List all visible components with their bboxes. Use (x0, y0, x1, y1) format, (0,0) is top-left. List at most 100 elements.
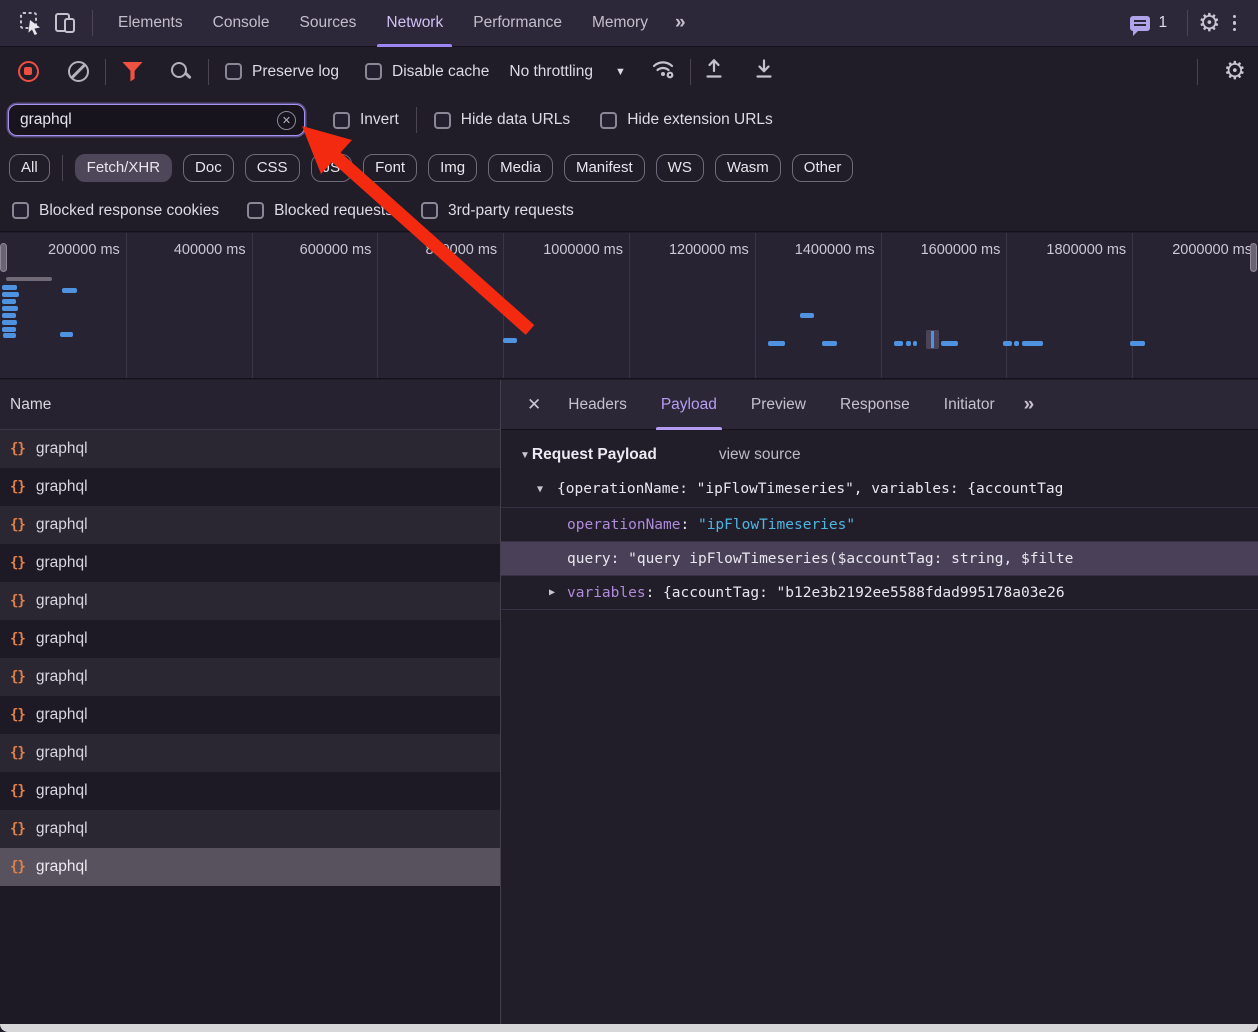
request-row[interactable]: {}graphql (0, 506, 500, 544)
chip-css[interactable]: CSS (245, 154, 300, 182)
chip-other[interactable]: Other (792, 154, 854, 182)
hide-extension-urls-checkbox[interactable] (600, 112, 617, 129)
json-braces-icon: {} (10, 441, 25, 457)
more-tabs-chevron-icon[interactable]: » (663, 12, 696, 34)
record-network-log-button[interactable] (18, 61, 39, 82)
chip-doc[interactable]: Doc (183, 154, 234, 182)
device-toolbar-icon[interactable] (48, 6, 82, 40)
timeline-tick-label: 800000 ms (407, 242, 497, 258)
blocked-response-cookies-checkbox[interactable] (12, 202, 29, 219)
search-icon[interactable] (170, 61, 192, 83)
request-name-label: graphql (36, 440, 88, 458)
details-tab-headers[interactable]: Headers (551, 380, 644, 430)
request-row[interactable]: {} graphql (0, 658, 500, 696)
payload-entry-query[interactable]: query: "query ipFlowTimeseries($accountT… (501, 542, 1258, 576)
invert-checkbox[interactable] (333, 112, 350, 129)
name-column-header[interactable]: Name (0, 380, 500, 430)
payload-root-preview: {operationName: "ipFlowTimeseries", vari… (557, 481, 1063, 497)
third-party-requests-checkbox[interactable] (421, 202, 438, 219)
network-overview-timeline[interactable]: 200000 ms400000 ms600000 ms800000 ms1000… (0, 233, 1258, 379)
tab-network[interactable]: Network (371, 0, 458, 47)
inspect-element-icon[interactable] (14, 6, 48, 40)
import-har-icon[interactable] (703, 57, 725, 86)
hide-data-urls-checkbox[interactable] (434, 112, 451, 129)
preserve-log-checkbox[interactable] (225, 63, 242, 80)
chip-font[interactable]: Font (363, 154, 417, 182)
clear-filter-icon[interactable]: ✕ (277, 111, 296, 130)
payload-root-object-row[interactable]: ▼ {operationName: "ipFlowTimeseries", va… (501, 472, 1258, 508)
tab-memory[interactable]: Memory (577, 0, 663, 47)
payload-value: "query ipFlowTimeseries($accountTag: str… (628, 551, 1073, 567)
timeline-gridline (1132, 233, 1133, 378)
timeline-gridline (252, 233, 253, 378)
blocked-requests-checkbox[interactable] (247, 202, 264, 219)
view-source-link[interactable]: view source (719, 446, 801, 464)
request-row[interactable]: {}graphql (0, 582, 500, 620)
preserve-log-label: Preserve log (252, 63, 339, 81)
payload-key: query (567, 551, 611, 567)
root-collapse-triangle-icon[interactable]: ▼ (537, 484, 543, 495)
payload-entry-operationName[interactable]: operationName: "ipFlowTimeseries" (501, 508, 1258, 542)
network-conditions-icon[interactable] (650, 57, 678, 86)
section-collapse-triangle-icon: ▼ (520, 450, 530, 461)
chip-fetch-xhr[interactable]: Fetch/XHR (75, 154, 172, 182)
timeline-gridline (1006, 233, 1007, 378)
request-row[interactable]: {}graphql (0, 544, 500, 582)
request-name-label: graphql (36, 706, 88, 724)
clear-network-log-button[interactable] (68, 61, 89, 82)
details-tab-preview[interactable]: Preview (734, 380, 823, 430)
overview-left-grip[interactable] (0, 243, 7, 272)
request-row[interactable]: {}graphql (0, 848, 500, 886)
tab-sources[interactable]: Sources (285, 0, 372, 47)
request-name-label: graphql (36, 668, 88, 686)
hide-data-urls-group: Hide data URLs (434, 111, 570, 129)
tab-console[interactable]: Console (198, 0, 285, 47)
settings-gear-icon[interactable]: ⚙ (1198, 11, 1220, 36)
request-row[interactable]: {}graphql (0, 772, 500, 810)
chip-media[interactable]: Media (488, 154, 553, 182)
timeline-gridline (881, 233, 882, 378)
chip-manifest[interactable]: Manifest (564, 154, 645, 182)
tab-performance[interactable]: Performance (458, 0, 577, 47)
json-braces-icon: {} (10, 555, 25, 571)
request-row[interactable]: {}graphql (0, 734, 500, 772)
network-filter-input[interactable]: graphql ✕ (8, 104, 305, 136)
waterfall-activity-bar (2, 285, 17, 290)
chip-ws[interactable]: WS (656, 154, 704, 182)
request-name-label: graphql (36, 782, 88, 800)
json-braces-icon: {} (10, 745, 25, 761)
throttling-caret-icon: ▼ (615, 66, 626, 78)
close-details-icon[interactable]: ✕ (517, 395, 551, 415)
overview-right-grip[interactable] (1250, 243, 1257, 272)
chip-all[interactable]: All (9, 154, 50, 182)
chip-wasm[interactable]: Wasm (715, 154, 781, 182)
json-braces-icon: {} (10, 669, 25, 685)
timeline-tick-label: 1200000 ms (659, 242, 749, 258)
disable-cache-checkbox[interactable] (365, 63, 382, 80)
kebab-menu-icon[interactable] (1221, 15, 1249, 32)
tab-elements[interactable]: Elements (103, 0, 198, 47)
chip-js[interactable]: JS (311, 154, 353, 182)
request-row[interactable]: {}graphql (0, 810, 500, 848)
throttling-select[interactable]: No throttling ▼ (509, 63, 625, 81)
chip-img[interactable]: Img (428, 154, 477, 182)
payload-entry-variables[interactable]: ▶variables: {accountTag: "b12e3b2192ee55… (501, 576, 1258, 610)
request-row[interactable]: {}graphql (0, 696, 500, 734)
payload-value: {accountTag: "b12e3b2192ee5588fdad995178… (663, 585, 1065, 601)
request-payload-section-header[interactable]: ▼ Request Payload view source (501, 430, 1258, 472)
network-settings-gear-icon[interactable]: ⚙ (1224, 59, 1246, 84)
json-braces-icon: {} (10, 479, 25, 495)
export-har-icon[interactable] (753, 57, 775, 86)
request-row[interactable]: {} graphql (0, 430, 500, 468)
issues-count[interactable]: 1 (1158, 14, 1167, 32)
filter-funnel-icon[interactable] (122, 62, 143, 82)
request-row[interactable]: {}graphql (0, 620, 500, 658)
details-tab-payload[interactable]: Payload (644, 380, 734, 430)
main-tab-list: ElementsConsoleSourcesNetworkPerformance… (103, 0, 663, 47)
request-row[interactable]: {}graphql (0, 468, 500, 506)
details-tab-response[interactable]: Response (823, 380, 927, 430)
entry-expand-triangle-icon[interactable]: ▶ (549, 576, 555, 610)
details-tab-initiator[interactable]: Initiator (927, 380, 1012, 430)
details-more-tabs-chevron-icon[interactable]: » (1012, 394, 1045, 416)
issues-message-icon[interactable] (1130, 16, 1150, 31)
